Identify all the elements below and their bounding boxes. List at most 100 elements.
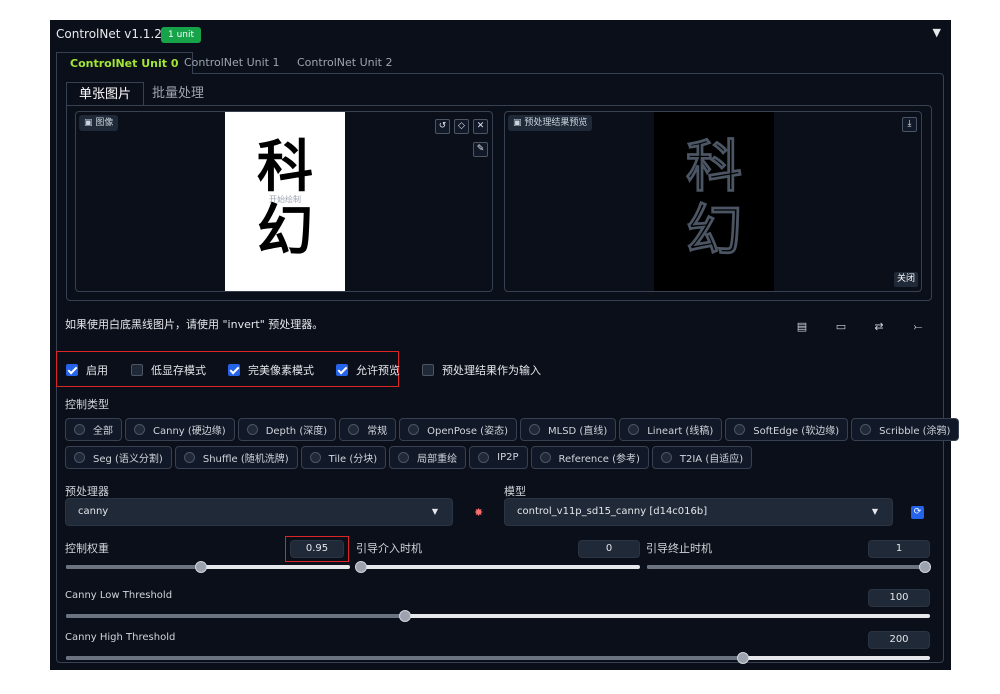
- radio-circle[interactable]: [134, 424, 145, 435]
- low-threshold-input[interactable]: 100: [868, 589, 930, 607]
- guidance-start-input[interactable]: 0: [578, 540, 640, 558]
- guidance-start-slider[interactable]: [355, 561, 640, 573]
- control-type-option[interactable]: IP2P: [469, 446, 528, 469]
- radio-circle[interactable]: [734, 424, 746, 435]
- control-type-option[interactable]: Canny (硬边缘): [125, 418, 235, 441]
- checkbox-box[interactable]: [131, 364, 143, 376]
- preview-image-canvas: 科 幻: [654, 112, 774, 291]
- slider-fill: [66, 656, 744, 660]
- panel-title: ControlNet v1.1.224: [56, 27, 178, 41]
- guidance-end-slider[interactable]: [647, 561, 931, 573]
- control-type-option[interactable]: 全部: [65, 418, 122, 441]
- low-vram-checkbox[interactable]: 低显存模式: [131, 363, 206, 377]
- control-type-option-label: Canny (硬边缘): [153, 426, 226, 437]
- preview-close-button[interactable]: 关闭: [894, 272, 919, 287]
- preprocessor-select[interactable]: canny ▼: [65, 498, 453, 526]
- checkbox-box[interactable]: [66, 364, 78, 376]
- control-type-option[interactable]: 常规: [339, 418, 397, 441]
- tab-single-image[interactable]: 单张图片: [66, 82, 145, 106]
- radio-circle[interactable]: [529, 424, 540, 435]
- brush-icon[interactable]: ✎: [473, 142, 488, 157]
- control-type-option-label: Tile (分块): [328, 454, 378, 465]
- control-type-option[interactable]: Scribble (涂鸦): [851, 418, 960, 441]
- checkbox-box[interactable]: [336, 364, 348, 376]
- slider-handle[interactable]: [355, 561, 367, 573]
- model-label: 模型: [504, 485, 526, 498]
- new-doc-icon[interactable]: ▤: [795, 320, 809, 334]
- slider-handle[interactable]: [194, 561, 207, 573]
- radio-circle[interactable]: [348, 424, 360, 435]
- tab-batch[interactable]: 批量处理: [140, 82, 216, 106]
- camera-icon[interactable]: ▭: [834, 320, 848, 334]
- pixel-perfect-checkbox[interactable]: 完美像素模式: [228, 363, 314, 377]
- preprocessor-label: 预处理器: [65, 485, 109, 498]
- control-type-option[interactable]: OpenPose (姿态): [399, 418, 517, 441]
- radio-circle[interactable]: [183, 452, 195, 463]
- control-type-option[interactable]: Tile (分块): [300, 446, 387, 469]
- slider-handle[interactable]: [919, 561, 931, 573]
- high-threshold-slider[interactable]: [66, 652, 930, 664]
- radio-circle[interactable]: [246, 424, 258, 435]
- control-type-option[interactable]: SoftEdge (软边缘): [725, 418, 849, 441]
- radio-circle[interactable]: [74, 452, 85, 463]
- refresh-icon[interactable]: ⟳: [911, 506, 924, 519]
- radio-circle[interactable]: [628, 424, 640, 435]
- close-icon[interactable]: ✕: [473, 119, 488, 134]
- preview-char-2: 幻: [686, 199, 743, 264]
- preprocessor-as-input-checkbox[interactable]: 预处理结果作为输入: [422, 363, 541, 377]
- checkbox-box[interactable]: [228, 364, 240, 376]
- input-image-box[interactable]: ▣ 图像 科 开始绘制 幻 ↺ ◇ ✕ ✎: [75, 111, 493, 292]
- input-image-canvas[interactable]: 科 开始绘制 幻: [225, 112, 345, 291]
- guidance-start-label: 引导介入时机: [356, 542, 422, 555]
- radio-circle[interactable]: [309, 452, 321, 463]
- run-preprocessor-icon[interactable]: ✸: [474, 506, 483, 519]
- slider-handle[interactable]: [398, 610, 411, 622]
- radio-circle[interactable]: [478, 452, 490, 463]
- radio-circle[interactable]: [660, 452, 672, 463]
- eraser-icon[interactable]: ◇: [454, 119, 469, 134]
- control-type-option[interactable]: Depth (深度): [237, 418, 337, 441]
- control-type-option-label: T2IA (自适应): [679, 454, 744, 465]
- controlnet-panel: ControlNet v1.1.224 1 unit ▼ ControlNet …: [50, 20, 960, 670]
- control-type-option[interactable]: Reference (参考): [530, 446, 649, 469]
- control-type-option[interactable]: T2IA (自适应): [651, 446, 753, 469]
- download-icon[interactable]: ⤓: [902, 117, 917, 132]
- preview-image-label: ▣ 预处理结果预览: [508, 115, 593, 131]
- control-type-option[interactable]: Seg (语义分割): [65, 446, 172, 469]
- control-type-option[interactable]: 局部重绘: [389, 446, 467, 469]
- collapse-toggle-icon[interactable]: ▼: [933, 26, 941, 39]
- radio-circle[interactable]: [539, 452, 551, 463]
- chevron-down-icon: ▼: [431, 507, 438, 516]
- control-type-option[interactable]: Lineart (线稿): [619, 418, 723, 441]
- send-dimensions-icon[interactable]: ⤚: [911, 320, 925, 334]
- weight-input[interactable]: 0.95: [290, 540, 344, 558]
- checkbox-box[interactable]: [422, 364, 434, 376]
- low-threshold-slider[interactable]: [66, 610, 930, 622]
- allow-preview-checkbox[interactable]: 允许预览: [336, 363, 400, 377]
- chevron-down-icon: ▼: [871, 507, 878, 516]
- high-threshold-label: Canny High Threshold: [65, 632, 176, 643]
- control-type-option[interactable]: Shuffle (随机洗牌): [174, 446, 298, 469]
- high-threshold-input[interactable]: 200: [868, 631, 930, 649]
- control-type-option-label: Lineart (线稿): [647, 426, 714, 437]
- control-type-option[interactable]: MLSD (直线): [520, 418, 617, 441]
- model-select[interactable]: control_v11p_sd15_canny [d14c016b] ▼: [504, 498, 893, 526]
- tab-controlnet-unit-1[interactable]: ControlNet Unit 1: [171, 52, 292, 74]
- guidance-end-input[interactable]: 1: [868, 540, 930, 558]
- radio-circle[interactable]: [408, 424, 420, 435]
- radio-circle[interactable]: [398, 452, 410, 463]
- tab-controlnet-unit-2[interactable]: ControlNet Unit 2: [284, 52, 405, 74]
- control-type-option-label: Shuffle (随机洗牌): [202, 454, 289, 465]
- radio-circle[interactable]: [860, 424, 872, 435]
- enable-checkbox[interactable]: 启用: [66, 363, 108, 377]
- swap-icon[interactable]: ⇄: [872, 320, 886, 334]
- input-char-2: 幻: [257, 199, 313, 264]
- weight-slider[interactable]: [66, 561, 350, 573]
- image-icon: ▣: [84, 118, 93, 128]
- radio-circle[interactable]: [74, 424, 85, 435]
- undo-icon[interactable]: ↺: [435, 119, 450, 134]
- guidance-end-label: 引导终止时机: [646, 542, 712, 555]
- control-type-option-label: 全部: [93, 426, 113, 437]
- control-type-option-label: IP2P: [497, 452, 519, 463]
- slider-fill: [66, 614, 405, 618]
